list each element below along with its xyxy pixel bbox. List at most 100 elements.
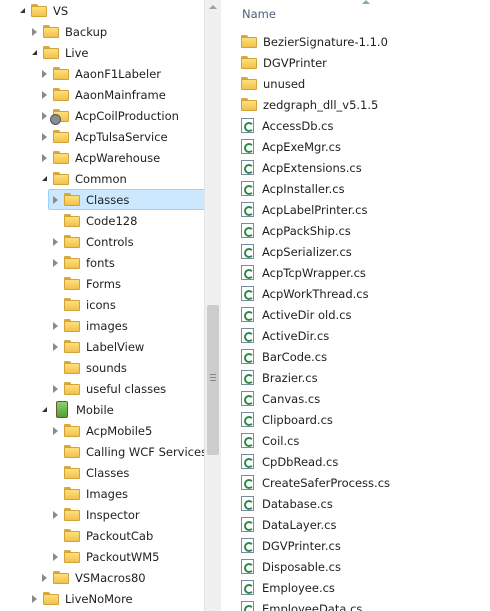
file-name-label: AcpExeMgr.cs xyxy=(262,139,341,154)
file-name-label: Coil.cs xyxy=(262,433,300,448)
collapse-arrow-icon[interactable] xyxy=(50,384,60,394)
file-list-file-item[interactable]: Employee.cs xyxy=(241,577,335,598)
file-name-label: AcpSerializer.cs xyxy=(262,244,352,259)
file-list-file-item[interactable]: BarCode.cs xyxy=(241,346,327,367)
tree-item-inspector[interactable]: Inspector xyxy=(50,504,140,525)
tree-item-acptulsaservice[interactable]: AcpTulsaService xyxy=(39,126,168,147)
collapse-arrow-icon[interactable] xyxy=(50,426,60,436)
tree-item-images-mobile[interactable]: Images xyxy=(50,483,128,504)
tree-item-label: AcpMobile5 xyxy=(86,423,153,438)
folder-icon xyxy=(43,46,59,59)
tree-item-forms[interactable]: Forms xyxy=(50,273,121,294)
file-list-file-item[interactable]: AcpPackShip.cs xyxy=(241,220,351,241)
tree-item-aaonf1labeler[interactable]: AaonF1Labeler xyxy=(39,63,161,84)
file-list-file-item[interactable]: AcpInstaller.cs xyxy=(241,178,345,199)
tree-item-label: fonts xyxy=(86,255,115,270)
tree-scrollbar[interactable] xyxy=(204,0,221,611)
tree-item-labelview[interactable]: LabelView xyxy=(50,336,144,357)
file-name-label: unused xyxy=(263,76,306,91)
tree-item-vsmacros80[interactable]: VSMacros80 xyxy=(39,567,146,588)
tree-item-controls[interactable]: Controls xyxy=(50,231,134,252)
csharp-file-icon xyxy=(241,244,254,259)
csharp-file-icon xyxy=(241,475,254,490)
tree-item-aaonmainframe[interactable]: AaonMainframe xyxy=(39,84,166,105)
tree-item-mobile[interactable]: Mobile xyxy=(39,399,114,420)
file-list-file-item[interactable]: AcpExeMgr.cs xyxy=(241,136,341,157)
file-list-file-item[interactable]: CpDbRead.cs xyxy=(241,451,338,472)
file-name-label: ActiveDir old.cs xyxy=(262,307,352,322)
folder-icon xyxy=(64,529,80,542)
file-list-file-item[interactable]: ActiveDir.cs xyxy=(241,325,329,346)
file-name-label: Clipboard.cs xyxy=(262,412,333,427)
file-list-file-item[interactable]: ActiveDir old.cs xyxy=(241,304,352,325)
tree-item-packoutcab[interactable]: PackoutCab xyxy=(50,525,153,546)
tree-item-fonts[interactable]: fonts xyxy=(50,252,115,273)
file-list-file-item[interactable]: Coil.cs xyxy=(241,430,299,451)
tree-item-vs[interactable]: VS xyxy=(17,0,68,21)
file-list-file-item[interactable]: AcpSerializer.cs xyxy=(241,241,352,262)
tree-item-label: PackoutWM5 xyxy=(86,549,160,564)
tree-item-label: Mobile xyxy=(76,402,114,417)
file-list-pane: Name BezierSignature-1.1.0 DGVPrinter unus… xyxy=(221,0,490,611)
collapse-arrow-icon[interactable] xyxy=(50,342,60,352)
tree-item-code128[interactable]: Code128 xyxy=(50,210,137,231)
file-list-file-item[interactable]: DataLayer.cs xyxy=(241,514,336,535)
file-list-file-item[interactable]: AcpWorkThread.cs xyxy=(241,283,369,304)
file-name-label: AcpLabelPrinter.cs xyxy=(262,202,368,217)
tree-item-label: Backup xyxy=(65,24,108,39)
expand-arrow-icon[interactable] xyxy=(17,6,27,16)
collapse-arrow-icon[interactable] xyxy=(50,552,60,562)
collapse-arrow-icon[interactable] xyxy=(50,258,60,268)
file-list-file-item[interactable]: CreateSaferProcess.cs xyxy=(241,472,390,493)
file-list-file-item[interactable]: AccessDb.cs xyxy=(241,115,334,136)
file-list-folder-item[interactable]: DGVPrinter xyxy=(241,52,327,73)
collapse-arrow-icon[interactable] xyxy=(50,321,60,331)
tree-item-images[interactable]: images xyxy=(50,315,128,336)
scroll-up-arrow-icon[interactable] xyxy=(209,5,217,9)
expand-arrow-icon[interactable] xyxy=(39,405,49,415)
collapse-arrow-icon[interactable] xyxy=(39,153,49,163)
collapse-arrow-icon[interactable] xyxy=(39,573,49,583)
collapse-arrow-icon[interactable] xyxy=(50,195,60,205)
file-list-file-item[interactable]: Canvas.cs xyxy=(241,388,320,409)
tree-item-acpmobile5[interactable]: AcpMobile5 xyxy=(50,420,152,441)
tree-item-packoutwm5[interactable]: PackoutWM5 xyxy=(50,546,159,567)
file-list-file-item[interactable]: Database.cs xyxy=(241,493,333,514)
file-list-folder-item[interactable]: unused xyxy=(241,73,305,94)
tree-item-classes-selected[interactable]: Classes xyxy=(0,189,204,210)
tree-item-acpcoilproduction[interactable]: AcpCoilProduction xyxy=(39,105,179,126)
file-list-file-item[interactable]: EmployeeData.cs xyxy=(241,598,362,611)
file-list-file-item[interactable]: AcpLabelPrinter.cs xyxy=(241,199,367,220)
file-list-file-item[interactable]: Brazier.cs xyxy=(241,367,318,388)
tree-item-useful-classes[interactable]: useful classes xyxy=(50,378,166,399)
tree-item-classes[interactable]: Classes xyxy=(50,462,129,483)
expand-arrow-icon[interactable] xyxy=(39,174,49,184)
tree-item-common[interactable]: Common xyxy=(39,168,127,189)
collapse-arrow-icon[interactable] xyxy=(39,90,49,100)
file-list-file-item[interactable]: AcpExtensions.cs xyxy=(241,157,362,178)
tree-item-acpwarehouse[interactable]: AcpWarehouse xyxy=(39,147,160,168)
file-list-file-item[interactable]: AcpTcpWrapper.cs xyxy=(241,262,366,283)
collapse-arrow-icon[interactable] xyxy=(39,132,49,142)
file-list-file-item[interactable]: Clipboard.cs xyxy=(241,409,333,430)
collapse-arrow-icon[interactable] xyxy=(39,69,49,79)
file-list-folder-item[interactable]: BezierSignature-1.1.0 xyxy=(241,31,388,52)
csharp-file-icon xyxy=(241,223,254,238)
tree-item-livenomore[interactable]: LiveNoMore xyxy=(29,588,133,609)
file-list-folder-item[interactable]: zedgraph_dll_v5.1.5 xyxy=(241,94,378,115)
collapse-arrow-icon[interactable] xyxy=(50,510,60,520)
file-list-file-item[interactable]: DGVPrinter.cs xyxy=(241,535,341,556)
column-header-name[interactable]: Name xyxy=(221,0,490,26)
collapse-arrow-icon[interactable] xyxy=(39,111,49,121)
expand-arrow-icon[interactable] xyxy=(29,48,39,58)
collapse-arrow-icon[interactable] xyxy=(29,594,39,604)
collapse-arrow-icon[interactable] xyxy=(50,237,60,247)
tree-item-icons[interactable]: icons xyxy=(50,294,116,315)
tree-item-sounds[interactable]: sounds xyxy=(50,357,127,378)
tree-item-backup[interactable]: Backup xyxy=(29,21,107,42)
collapse-arrow-icon[interactable] xyxy=(29,27,39,37)
tree-item-calling-wcf-services[interactable]: Calling WCF Services xyxy=(50,441,204,462)
tree-item-live[interactable]: Live xyxy=(29,42,88,63)
tree-item-label: images xyxy=(86,318,128,333)
file-list-file-item[interactable]: Disposable.cs xyxy=(241,556,341,577)
